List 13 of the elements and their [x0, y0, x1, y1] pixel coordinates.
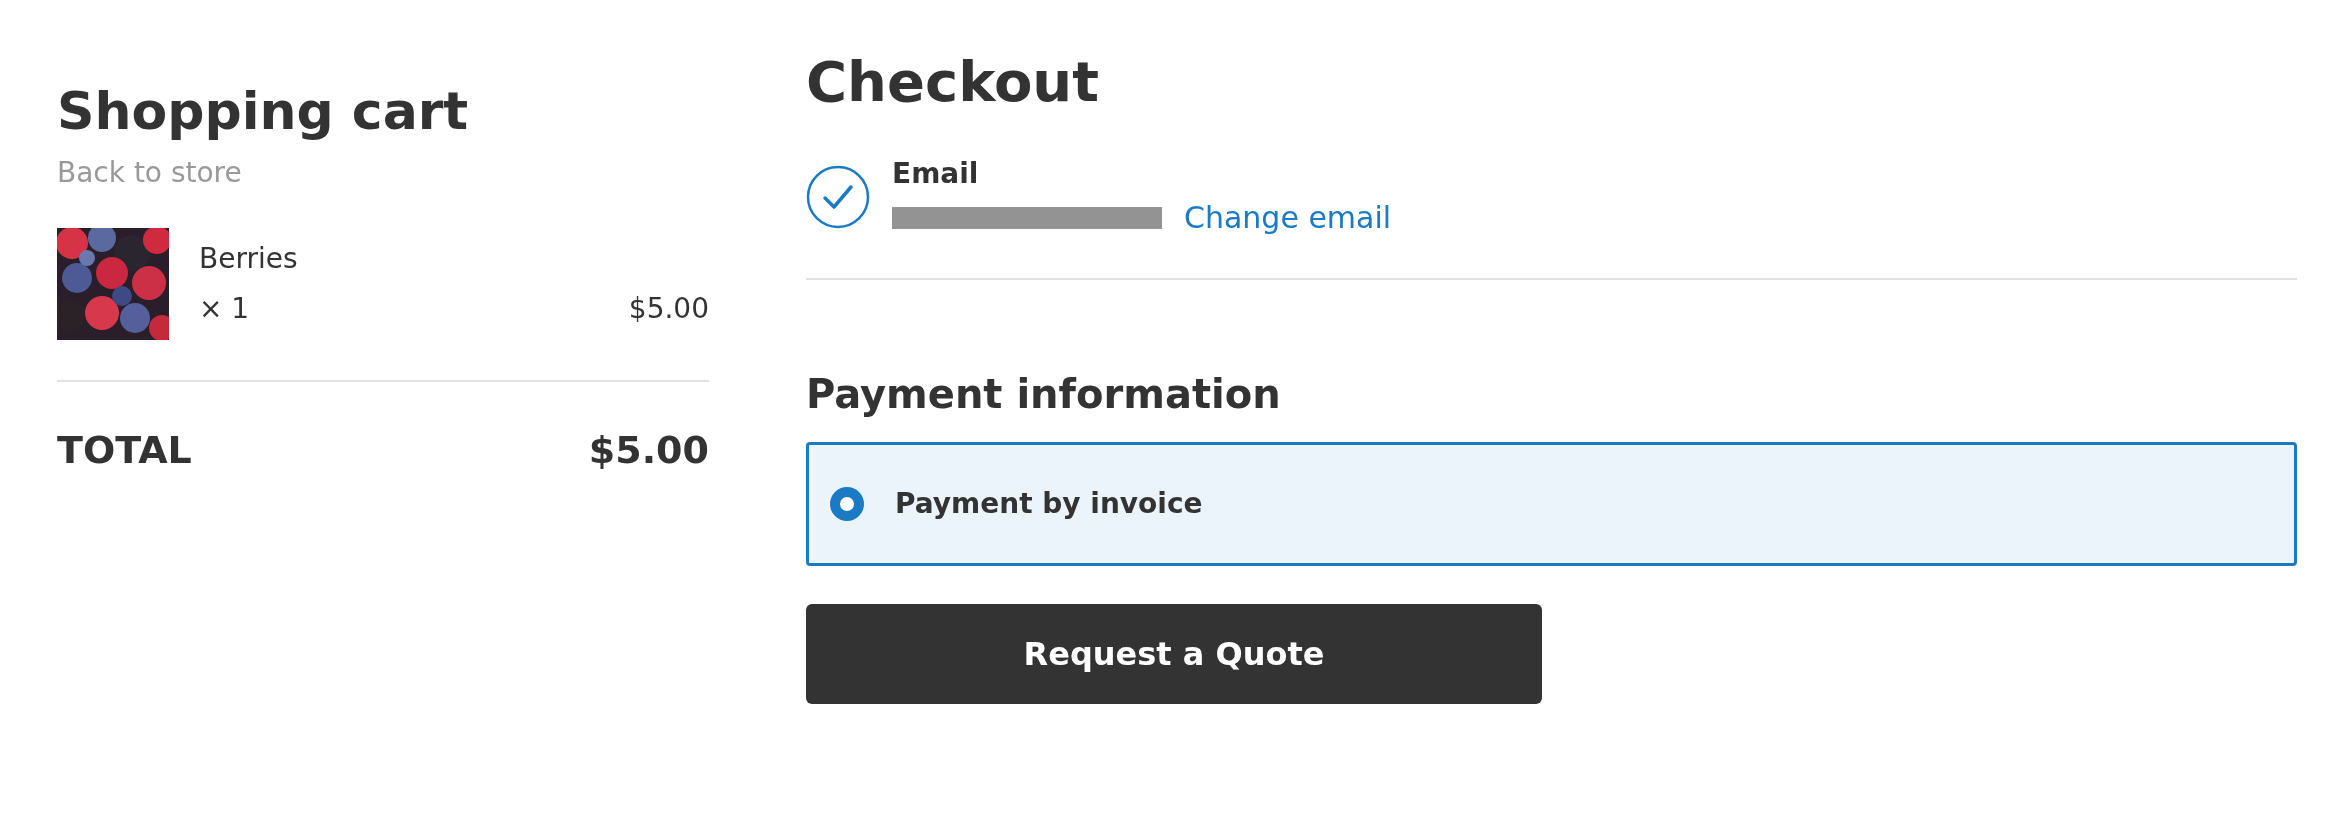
- product-name: Berries: [199, 241, 299, 278]
- price-text: $5.00: [628, 291, 709, 328]
- payment-option[interactable]: Payment by invoice: [806, 442, 2297, 567]
- email-label: Email: [892, 156, 980, 193]
- quantity-text: × 1: [199, 291, 250, 328]
- cart-title: Shopping cart: [57, 80, 470, 143]
- section-title: Payment information: [806, 370, 1282, 419]
- change-email-link[interactable]: Change email: [1184, 200, 1392, 236]
- total-amount: $5.00: [588, 427, 709, 475]
- request-quote-button[interactable]: Request a Quote: [806, 604, 1542, 705]
- checkout-title: Checkout: [806, 48, 1100, 116]
- total-label: TOTAL: [57, 427, 192, 475]
- radio-button[interactable]: [829, 486, 865, 523]
